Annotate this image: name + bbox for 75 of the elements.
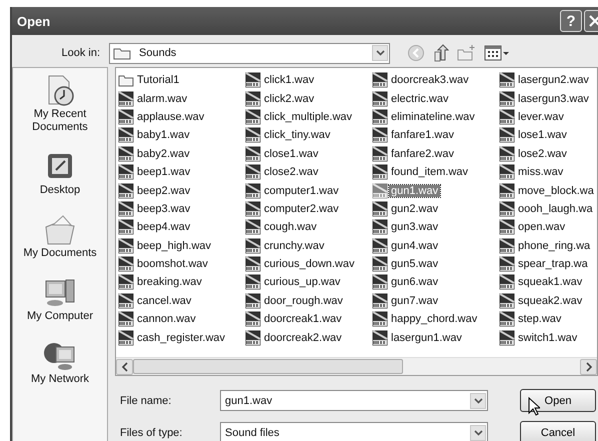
file-item[interactable]: lever.wav bbox=[499, 108, 597, 126]
file-item[interactable]: beep4.wav bbox=[118, 218, 245, 237]
file-item[interactable]: move_block.wa bbox=[499, 181, 597, 200]
open-button[interactable]: Open bbox=[520, 389, 596, 412]
file-item[interactable]: cancel.wav bbox=[118, 292, 245, 310]
file-item[interactable]: doorcreak2.wav bbox=[245, 328, 372, 347]
file-item[interactable]: gun4.wav bbox=[372, 236, 499, 255]
file-item[interactable]: crunchy.wav bbox=[245, 236, 372, 255]
file-item[interactable]: miss.wav bbox=[499, 162, 597, 182]
file-type-label: Files of type: bbox=[120, 426, 184, 438]
file-item[interactable]: applause.wav bbox=[118, 108, 245, 126]
file-item[interactable]: lose1.wav bbox=[499, 126, 597, 145]
file-item[interactable]: happy_chord.wav bbox=[372, 310, 499, 328]
place-item[interactable]: My Computer bbox=[15, 276, 105, 323]
file-item[interactable]: cough.wav bbox=[245, 218, 372, 237]
file-item[interactable]: cash_register.wav bbox=[118, 328, 245, 347]
file-item[interactable]: gun5.wav bbox=[372, 254, 499, 274]
file-item[interactable]: lasergun2.wav bbox=[499, 71, 597, 90]
file-item[interactable]: door_rough.wav bbox=[245, 292, 372, 310]
file-item[interactable]: breaking.wav bbox=[118, 273, 245, 292]
file-item[interactable]: Tutorial1 bbox=[118, 71, 245, 90]
file-item[interactable]: gun2.wav bbox=[372, 200, 499, 218]
file-item[interactable]: gun3.wav bbox=[372, 218, 499, 237]
file-item[interactable]: squeak2.wav bbox=[499, 292, 597, 310]
file-item[interactable]: click1.wav bbox=[245, 71, 372, 90]
file-item[interactable]: switch1.wav bbox=[499, 328, 597, 347]
file-item[interactable]: beep_high.wav bbox=[118, 236, 245, 255]
file-item[interactable]: found_item.wav bbox=[372, 162, 499, 182]
file-item[interactable]: beep1.wav bbox=[118, 162, 245, 182]
file-item[interactable]: close1.wav bbox=[245, 144, 372, 163]
file-item[interactable]: baby1.wav bbox=[118, 126, 245, 145]
file-item[interactable]: click_multiple.wav bbox=[245, 108, 372, 126]
file-item[interactable]: open.wav bbox=[499, 218, 597, 237]
file-name-field[interactable]: gun1.wav bbox=[220, 390, 488, 411]
place-item[interactable]: My Network bbox=[15, 339, 105, 386]
file-item[interactable]: lose2.wav bbox=[499, 144, 597, 163]
file-item[interactable]: beep3.wav bbox=[118, 200, 245, 218]
file-name-label: File name: bbox=[120, 394, 172, 406]
file-item[interactable]: alarm.wav bbox=[118, 89, 245, 108]
file-item[interactable]: doorcreak1.wav bbox=[245, 310, 372, 328]
file-item[interactable]: phone_ring.wa bbox=[499, 236, 597, 255]
place-item[interactable]: My Documents bbox=[15, 213, 105, 260]
file-item[interactable]: curious_down.wav bbox=[245, 254, 372, 274]
file-item[interactable]: spear_trap.wa bbox=[499, 254, 597, 274]
file-item[interactable]: computer2.wav bbox=[245, 200, 372, 218]
file-item[interactable]: boomshot.wav bbox=[118, 254, 245, 274]
file-item[interactable]: close2.wav bbox=[245, 162, 372, 182]
help-button[interactable]: ? bbox=[560, 10, 582, 32]
file-item[interactable]: lasergun1.wav bbox=[372, 328, 499, 347]
file-type-dropdown[interactable]: Sound files bbox=[220, 422, 488, 441]
file-item[interactable]: computer1.wav bbox=[245, 181, 372, 200]
file-item[interactable]: fanfare1.wav bbox=[372, 126, 499, 145]
file-item[interactable]: gun7.wav bbox=[372, 292, 499, 310]
file-item[interactable]: lasergun3.wav bbox=[499, 89, 597, 108]
file-item[interactable]: curious_up.wav bbox=[245, 273, 372, 292]
file-item[interactable]: electric.wav bbox=[372, 89, 499, 108]
window-title: Open bbox=[17, 14, 52, 28]
file-item[interactable]: fanfare2.wav bbox=[372, 144, 499, 163]
file-item[interactable]: oooh_laugh.wa bbox=[499, 200, 597, 218]
file-item[interactable]: click2.wav bbox=[245, 89, 372, 108]
file-item[interactable]: beep2.wav bbox=[118, 181, 245, 200]
file-item[interactable]: doorcreak3.wav bbox=[372, 71, 499, 90]
file-item[interactable]: click_tiny.wav bbox=[245, 126, 372, 145]
file-item[interactable]: squeak1.wav bbox=[499, 273, 597, 292]
file-item[interactable]: eliminateline.wav bbox=[372, 108, 499, 126]
look-in-label: Look in: bbox=[60, 47, 101, 59]
file-item[interactable]: cannon.wav bbox=[118, 310, 245, 328]
file-item[interactable]: gun6.wav bbox=[372, 273, 499, 292]
place-item[interactable]: Desktop bbox=[15, 150, 105, 197]
file-item[interactable]: baby2.wav bbox=[118, 144, 245, 163]
look-in-dropdown[interactable]: Sounds bbox=[109, 42, 390, 64]
file-item[interactable]: gun1.wav bbox=[372, 181, 499, 200]
file-item[interactable]: step.wav bbox=[499, 310, 597, 328]
place-item[interactable]: My Recent Documents bbox=[15, 74, 105, 134]
cancel-button[interactable]: Cancel bbox=[520, 421, 596, 441]
